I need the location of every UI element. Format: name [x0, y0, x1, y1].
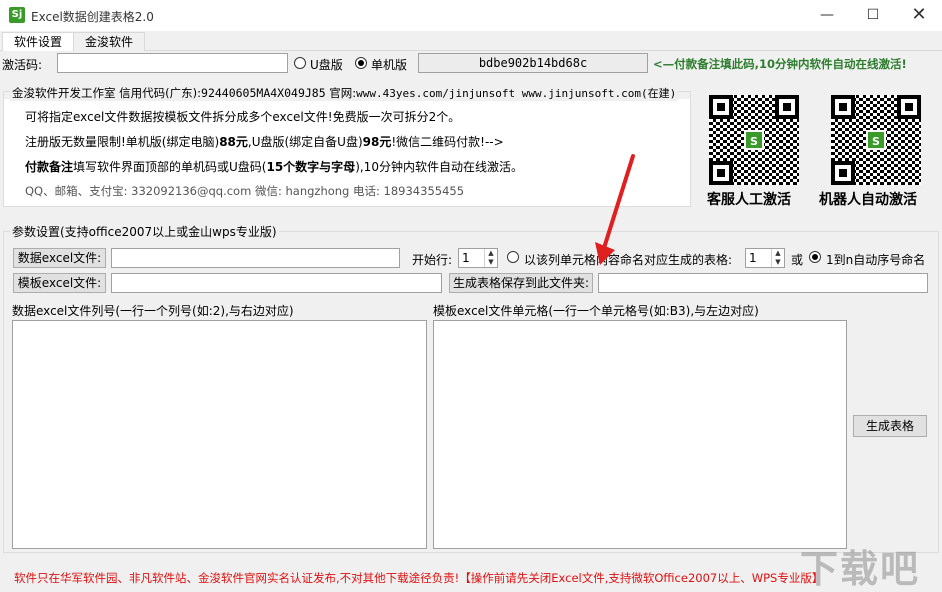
machine-version-radio[interactable] — [355, 57, 367, 69]
template-file-button[interactable]: 模板excel文件: — [13, 273, 106, 293]
start-row-label: 开始行: — [412, 251, 452, 268]
spinner-arrows-icon[interactable]: ▲▼ — [484, 249, 497, 267]
window-title: Excel数据创建表格2.0 — [31, 8, 154, 25]
sequential-name-label: 1到n自动序号命名 — [826, 251, 925, 268]
close-button[interactable]: ✕ — [896, 0, 942, 30]
usb-version-label: U盘版 — [310, 56, 343, 73]
start-row-value: 1 — [462, 251, 470, 265]
app-logo-icon: Sj — [9, 7, 25, 23]
info-line-1: 可将指定excel文件数据按模板文件拆分成多个excel文件!免费版一次可拆分2… — [25, 108, 460, 125]
template-cells-textarea[interactable] — [433, 320, 847, 549]
minimize-button[interactable]: — — [804, 0, 850, 30]
name-column-spinner[interactable]: 1 ▲▼ — [745, 248, 785, 268]
name-column-value: 1 — [749, 251, 757, 265]
company-name: 金浚软件开发工作室 信用代码(广东): — [12, 86, 201, 100]
data-columns-textarea[interactable] — [12, 320, 427, 549]
customer-service-qr-code: S — [709, 95, 799, 185]
activation-notice: <—付款备注填此码,10分钟内软件自动在线激活! — [653, 56, 907, 72]
output-folder-button[interactable]: 生成表格保存到此文件夹: — [449, 273, 593, 293]
data-file-button[interactable]: 数据excel文件: — [13, 248, 106, 268]
output-folder-input[interactable] — [598, 273, 928, 293]
usb-version-radio[interactable] — [294, 57, 306, 69]
info-line-3-mid: 填写软件界面顶部的单机码或U盘码( — [73, 160, 266, 174]
generate-table-button[interactable]: 生成表格 — [853, 415, 927, 437]
website-links[interactable]: www.43yes.com/jinjunsoft www.jinjunsoft.… — [356, 87, 676, 100]
start-row-spinner[interactable]: 1 ▲▼ — [458, 248, 498, 268]
tab-software-settings[interactable]: 软件设置 — [2, 32, 74, 52]
template-file-input[interactable] — [111, 273, 442, 293]
machine-code-field[interactable]: bdbe902b14bd68c — [418, 53, 648, 73]
info-line-2-prefix: 注册版无数量限制!单机版(绑定电脑) — [25, 135, 219, 149]
robot-activation-caption: 机器人自动激活 — [819, 189, 917, 209]
info-line-2-mid: ,U盘版(绑定自备U盘) — [248, 135, 363, 149]
customer-service-caption: 客服人工激活 — [707, 189, 791, 209]
website-label: 官网: — [329, 86, 356, 100]
robot-activation-qr-code: S — [831, 95, 921, 185]
info-line-2: 注册版无数量限制!单机版(绑定电脑)88元,U盘版(绑定自备U盘)98元!微信二… — [25, 133, 504, 150]
info-line-3: 付款备注填写软件界面顶部的单机码或U盘码(15个数字与字母),10分钟内软件自动… — [25, 158, 523, 175]
qr-logo-icon: S — [744, 130, 764, 150]
parameter-group-title: 参数设置(支持office2007以上或金山wps专业版) — [10, 223, 279, 240]
credit-code: 92440605MA4X049J85 — [201, 86, 326, 100]
info-header: 金浚软件开发工作室 信用代码(广东):92440605MA4X049J85 官网… — [10, 85, 678, 101]
red-arrow-annotation — [590, 150, 640, 270]
maximize-button[interactable]: ☐ — [850, 0, 896, 30]
data-columns-label: 数据excel文件列号(一行一个列号(如:2),与右边对应) — [12, 302, 294, 319]
code-length-note: 15个数字与字母 — [266, 160, 355, 174]
price-machine: 88元 — [219, 135, 248, 149]
info-line-3-suffix: ),10分钟内软件自动在线激活。 — [355, 160, 523, 174]
sequential-name-radio[interactable] — [809, 251, 821, 263]
site-watermark: 下载吧 — [800, 538, 920, 592]
spinner-arrows-icon[interactable]: ▲▼ — [771, 249, 784, 267]
or-label: 或 — [791, 251, 803, 268]
contact-info: QQ、邮箱、支付宝: 332092136@qq.com 微信: hangzhon… — [25, 183, 464, 199]
data-file-input[interactable] — [111, 248, 400, 268]
info-line-2-suffix: !微信二维码付款!--> — [391, 135, 503, 149]
tab-jinjun-software[interactable]: 金浚软件 — [73, 32, 145, 51]
activation-code-input[interactable] — [57, 53, 288, 73]
price-usb: 98元 — [363, 135, 392, 149]
footer-notice: 软件只在华军软件园、非凡软件站、金浚软件官网实名认证发布,不对其他下载途径负责!… — [14, 570, 823, 586]
template-cells-label: 模板excel文件单元格(一行一个单元格号(如:B3),与左边对应) — [433, 302, 759, 319]
name-by-column-radio[interactable] — [507, 251, 519, 263]
payment-note-label: 付款备注 — [25, 160, 73, 174]
qr-logo-icon: S — [866, 130, 886, 150]
machine-version-label: 单机版 — [371, 56, 407, 73]
activation-code-label: 激活码: — [2, 56, 42, 73]
